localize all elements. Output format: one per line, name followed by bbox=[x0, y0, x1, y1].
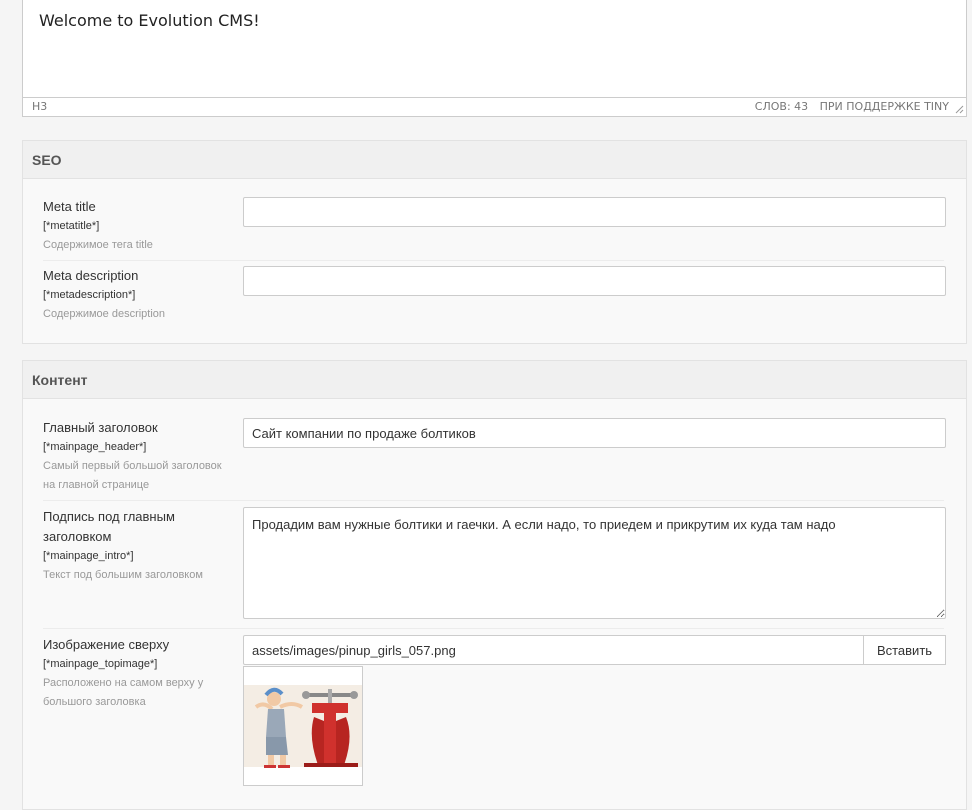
field-description: Содержимое тега title bbox=[43, 239, 153, 251]
image-thumbnail[interactable] bbox=[243, 666, 363, 786]
field-variable: [*mainpage_header*] bbox=[43, 441, 147, 453]
field-label: Главный заголовок bbox=[43, 420, 158, 435]
powered-by-link[interactable]: ПРИ ПОДДЕРЖКЕ TINY bbox=[820, 100, 949, 113]
editor-statusbar: H3 СЛОВ: 43 ПРИ ПОДДЕРЖКЕ TINY bbox=[23, 97, 966, 116]
content-panel: Контент Главный заголовок [*mainpage_hea… bbox=[22, 360, 967, 810]
mainpage-header-input[interactable] bbox=[243, 418, 946, 448]
field-label-cont: заголовком bbox=[43, 529, 112, 544]
seo-panel: SEO Meta title [*metatitle*] Содержимое … bbox=[22, 140, 967, 344]
editor-element-path[interactable]: H3 bbox=[32, 100, 47, 113]
field-description: Текст под большим заголовком bbox=[43, 569, 203, 581]
content-panel-title: Контент bbox=[23, 361, 966, 399]
field-description: Расположено на самом верху у bbox=[43, 677, 204, 689]
field-label: Meta description bbox=[43, 268, 139, 283]
field-variable: [*metadescription*] bbox=[43, 289, 136, 301]
field-label: Подпись под главным bbox=[43, 509, 175, 524]
mainpage-intro-label-block: Подпись под главным заголовком [*mainpag… bbox=[43, 507, 233, 585]
divider bbox=[43, 260, 944, 261]
meta-description-input[interactable] bbox=[243, 266, 946, 296]
mainpage-header-label-block: Главный заголовок [*mainpage_header*] Са… bbox=[43, 418, 233, 495]
editor-status-right: СЛОВ: 43 ПРИ ПОДДЕРЖКЕ TINY bbox=[755, 100, 949, 113]
field-description: большого заголовка bbox=[43, 696, 146, 708]
divider bbox=[43, 500, 944, 501]
mainpage-topimage-input[interactable] bbox=[243, 635, 864, 665]
field-description: Самый первый большой заголовок bbox=[43, 460, 222, 472]
editor-content[interactable]: Welcome to Evolution CMS! bbox=[23, 0, 966, 99]
resize-handle-icon[interactable] bbox=[955, 105, 964, 114]
seo-panel-title: SEO bbox=[23, 141, 966, 179]
divider bbox=[43, 628, 944, 629]
insert-image-button[interactable]: Вставить bbox=[863, 635, 946, 665]
field-variable: [*mainpage_topimage*] bbox=[43, 658, 158, 670]
field-label: Meta title bbox=[43, 199, 96, 214]
word-count: СЛОВ: 43 bbox=[754, 100, 809, 113]
field-description: на главной странице bbox=[43, 479, 150, 491]
meta-title-label-block: Meta title [*metatitle*] Содержимое тега… bbox=[43, 197, 233, 255]
field-label: Изображение сверху bbox=[43, 637, 170, 652]
meta-title-input[interactable] bbox=[243, 197, 946, 227]
field-variable: [*metatitle*] bbox=[43, 220, 100, 232]
field-description: Содержимое description bbox=[43, 308, 166, 320]
meta-description-label-block: Meta description [*metadescription*] Сод… bbox=[43, 266, 233, 324]
mainpage-topimage-label-block: Изображение сверху [*mainpage_topimage*]… bbox=[43, 635, 233, 712]
field-variable: [*mainpage_intro*] bbox=[43, 550, 134, 562]
mainpage-intro-textarea[interactable]: Продадим вам нужные болтики и гаечки. А … bbox=[243, 507, 946, 619]
rich-text-editor[interactable]: Welcome to Evolution CMS! H3 СЛОВ: 43 ПР… bbox=[22, 0, 967, 117]
pinup-image-preview bbox=[244, 685, 362, 768]
